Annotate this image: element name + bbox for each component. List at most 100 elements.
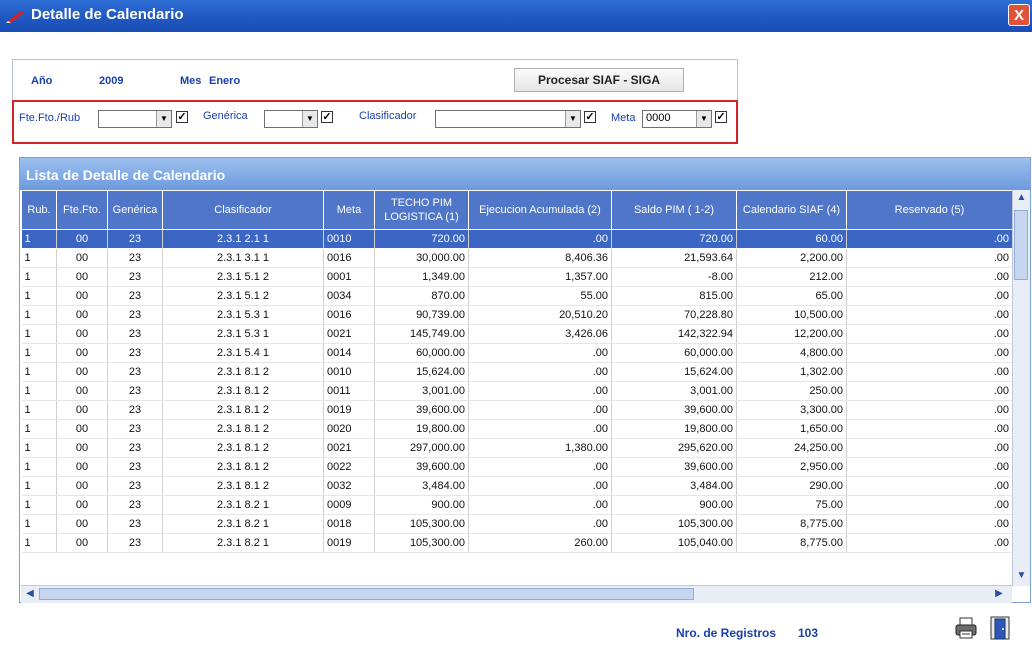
exit-door-icon[interactable] — [988, 615, 1012, 641]
generica-checkbox[interactable]: ✓ — [321, 111, 333, 123]
fte-fto-rub-checkbox[interactable]: ✓ — [176, 111, 188, 123]
clasificador-checkbox[interactable]: ✓ — [584, 111, 596, 123]
fte-fto-rub-label: Fte.Fto./Rub — [19, 112, 81, 124]
reservado-input[interactable]: .00 — [846, 533, 1013, 553]
table-row[interactable]: 1 00 23 2.3.1 8.2 1 0019 105,300.00 260.00 105,… — [21, 533, 1013, 553]
table-row[interactable]: 1 00 23 2.3.1 8.1 2 0019 39,600.00.00 39,600.0… — [21, 400, 1013, 420]
table-cell: 20,510.20 — [468, 305, 612, 325]
vertical-scrollbar[interactable]: ▲ ▼ — [1012, 190, 1030, 586]
table-cell: 60,000.00 — [611, 343, 737, 363]
table-row[interactable]: 1 00 23 2.3.1 8.1 2 0020 19,800.00.00 19,800.0… — [21, 419, 1013, 439]
table-cell: 2.3.1 5.1 2 — [162, 286, 324, 306]
table-cell: 00 — [56, 533, 108, 553]
table-cell: 23 — [107, 495, 163, 515]
reservado-input[interactable]: .00 — [846, 400, 1013, 420]
table-row[interactable]: 1 00 23 2.3.1 5.4 1 0014 60,000.00.00 60,000.0… — [21, 343, 1013, 363]
table-row[interactable]: 1 00 23 2.3.1 5.3 1 0021 145,749.00 3,426.06 14… — [21, 324, 1013, 344]
column-header[interactable]: Ejecucion Acumulada (2) — [468, 190, 612, 230]
reservado-input[interactable]: .00 — [846, 286, 1013, 306]
printer-icon[interactable] — [954, 615, 978, 641]
table-row[interactable]: 1 00 23 2.3.1 5.3 1 0016 90,739.00 20,510.20 70… — [21, 305, 1013, 325]
table-cell: 4,800.00 — [736, 343, 847, 363]
fte-fto-rub-select[interactable]: ▼ — [98, 110, 172, 128]
table-row[interactable]: 1 00 23 2.3.1 8.1 2 0010 15,624.00.00 15,624.0… — [21, 362, 1013, 382]
table-row[interactable]: 1 00 23 2.3.1 8.2 1 0009 900.00.00 900.00 75.00… — [21, 495, 1013, 515]
mes-label: Mes — [180, 75, 202, 87]
table-cell: 870.00 — [374, 286, 469, 306]
generica-select[interactable]: ▼ — [264, 110, 318, 128]
reservado-input[interactable]: .00 — [846, 495, 1013, 515]
table-cell: 65.00 — [736, 286, 847, 306]
table-row[interactable]: 1 00 23 2.3.1 8.1 2 0021 297,000.00 1,380.00 29… — [21, 438, 1013, 458]
reservado-input[interactable]: .00 — [846, 476, 1013, 496]
horizontal-scrollbar[interactable]: ◀ ▶ — [21, 585, 1012, 603]
table-cell: 1,349.00 — [374, 267, 469, 287]
chevron-down-icon[interactable]: ▼ — [302, 111, 317, 127]
meta-select[interactable]: 0000 ▼ — [642, 110, 712, 128]
table-cell: .00 — [468, 514, 612, 534]
chevron-down-icon[interactable]: ▼ — [156, 111, 171, 127]
calendar-detail-table: Rub. Fte.Fto. Genérica Clasificador Meta TECH… — [21, 190, 1013, 553]
table-cell: 0001 — [323, 267, 375, 287]
table-cell: 105,300.00 — [374, 514, 469, 534]
column-header[interactable]: Meta — [323, 190, 375, 230]
table-cell: .00 — [468, 400, 612, 420]
table-row[interactable]: 1 00 23 2.3.1 5.1 2 0001 1,349.00 1,357.00 -8.0… — [21, 267, 1013, 287]
chevron-down-icon[interactable]: ▼ — [696, 111, 711, 127]
reservado-input[interactable]: .00 — [846, 343, 1013, 363]
clasificador-select[interactable]: ▼ — [435, 110, 581, 128]
column-header[interactable]: Calendario SIAF (4) — [736, 190, 847, 230]
column-header[interactable]: Fte.Fto. — [56, 190, 108, 230]
procesar-siaf-siga-button[interactable]: Procesar SIAF - SIGA — [514, 68, 684, 92]
reservado-input[interactable]: .00 — [846, 229, 1013, 249]
reservado-input[interactable]: .00 — [846, 248, 1013, 268]
table-cell: 23 — [107, 457, 163, 477]
scroll-right-icon[interactable]: ▶ — [993, 588, 1005, 599]
scroll-left-icon[interactable]: ◀ — [24, 588, 36, 599]
meta-label: Meta — [611, 112, 636, 124]
table-cell: 23 — [107, 362, 163, 382]
table-cell: 1 — [21, 362, 57, 382]
column-header[interactable]: Genérica — [107, 190, 163, 230]
table-cell: 2.3.1 8.1 2 — [162, 381, 324, 401]
horizontal-scroll-thumb[interactable] — [39, 588, 694, 600]
reservado-input[interactable]: .00 — [846, 324, 1013, 344]
reservado-input[interactable]: .00 — [846, 267, 1013, 287]
close-button[interactable]: X — [1008, 4, 1030, 26]
meta-checkbox[interactable]: ✓ — [715, 111, 727, 123]
table-cell: -8.00 — [611, 267, 737, 287]
table-cell: 212.00 — [736, 267, 847, 287]
table-row[interactable]: 1 00 23 2.3.1 8.1 2 0011 3,001.00.00 3,001.00 2… — [21, 381, 1013, 401]
reservado-input[interactable]: .00 — [846, 305, 1013, 325]
table-row[interactable]: 1 00 23 2.3.1 3.1 1 0016 30,000.00 8,406.36 21,… — [21, 248, 1013, 268]
table-cell: 2.3.1 8.2 1 — [162, 495, 324, 515]
reservado-input[interactable]: .00 — [846, 457, 1013, 477]
scroll-up-icon[interactable]: ▲ — [1015, 192, 1028, 203]
table-cell: 1 — [21, 476, 57, 496]
table-cell: 23 — [107, 229, 163, 249]
scroll-down-icon[interactable]: ▼ — [1015, 570, 1028, 581]
table-cell: 2.3.1 8.2 1 — [162, 514, 324, 534]
table-row[interactable]: 1 00 23 2.3.1 2.1 1 0010 720.00.00 720.00 60.00… — [21, 229, 1013, 249]
reservado-input[interactable]: .00 — [846, 514, 1013, 534]
column-header[interactable]: Clasificador — [162, 190, 324, 230]
chevron-down-icon[interactable]: ▼ — [565, 111, 580, 127]
table-row[interactable]: 1 00 23 2.3.1 8.2 1 0018 105,300.00.00 105,300… — [21, 514, 1013, 534]
table-row[interactable]: 1 00 23 2.3.1 5.1 2 0034 870.00 55.00 815.00 65.… — [21, 286, 1013, 306]
table-cell: 23 — [107, 305, 163, 325]
vertical-scroll-thumb[interactable] — [1014, 210, 1028, 280]
table-cell: 8,406.36 — [468, 248, 612, 268]
reservado-input[interactable]: .00 — [846, 362, 1013, 382]
reservado-input[interactable]: .00 — [846, 381, 1013, 401]
table-cell: .00 — [468, 457, 612, 477]
column-header[interactable]: Saldo PIM ( 1-2) — [611, 190, 737, 230]
table-cell: 0034 — [323, 286, 375, 306]
table-cell: 23 — [107, 514, 163, 534]
reservado-input[interactable]: .00 — [846, 438, 1013, 458]
reservado-input[interactable]: .00 — [846, 419, 1013, 439]
column-header[interactable]: Rub. — [21, 190, 57, 230]
table-row[interactable]: 1 00 23 2.3.1 8.1 2 0032 3,484.00.00 3,484.00 2… — [21, 476, 1013, 496]
column-header[interactable]: Reservado (5) — [846, 190, 1013, 230]
column-header[interactable]: TECHO PIM LOGISTICA (1) — [374, 190, 469, 230]
table-row[interactable]: 1 00 23 2.3.1 8.1 2 0022 39,600.00.00 39,600.0… — [21, 457, 1013, 477]
